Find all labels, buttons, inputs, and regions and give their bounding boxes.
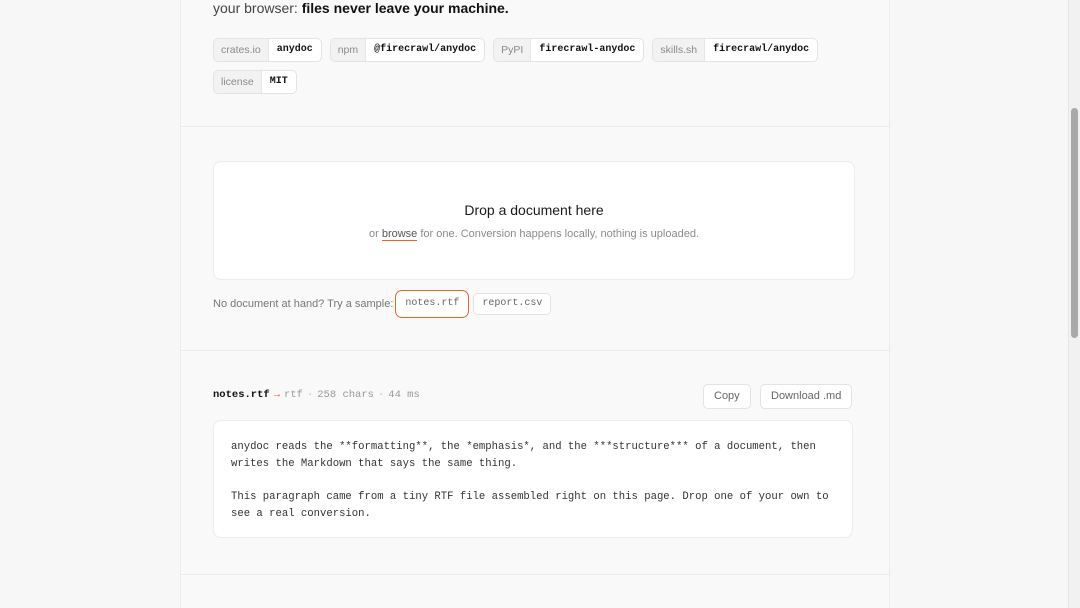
sample-row: No document at hand? Try a sample: notes… xyxy=(213,290,552,318)
package-badges: crates.io anydoc npm @firecrawl/anydoc P… xyxy=(213,38,863,94)
page: your browser: files never leave your mac… xyxy=(0,0,1068,608)
drop-sub-suffix: for one. Conversion happens locally, not… xyxy=(417,228,699,240)
markdown-output[interactable]: anydoc reads the **formatting**, the *em… xyxy=(213,420,853,538)
download-md-button[interactable]: Download .md xyxy=(760,384,853,409)
section-divider xyxy=(181,350,889,351)
section-divider xyxy=(181,574,889,575)
tagline-prefix: your browser: xyxy=(213,0,302,16)
badge-license[interactable]: license MIT xyxy=(213,70,297,94)
content-column: your browser: files never leave your mac… xyxy=(180,0,890,608)
hero-tagline: your browser: files never leave your mac… xyxy=(213,0,509,16)
badge-key: crates.io xyxy=(214,39,269,61)
result-filename: notes.rtf xyxy=(213,389,270,401)
sample-notes-rtf-button[interactable]: notes.rtf xyxy=(395,290,470,318)
badge-npm[interactable]: npm @firecrawl/anydoc xyxy=(329,38,486,62)
result-format: rtf xyxy=(284,389,303,401)
result-time: 44 ms xyxy=(388,389,420,401)
copy-button[interactable]: Copy xyxy=(703,384,751,409)
result-meta: notes.rtf → rtf · 258 chars · 44 ms xyxy=(213,389,420,401)
badge-key: skills.sh xyxy=(653,39,706,61)
drop-zone[interactable]: Drop a document here or browse for one. … xyxy=(213,161,855,280)
browse-link[interactable]: browse xyxy=(381,228,418,241)
badge-value: @firecrawl/anydoc xyxy=(374,44,477,55)
badge-value: MIT xyxy=(269,76,288,87)
badge-key: license xyxy=(214,71,262,93)
result-header: notes.rtf → rtf · 258 chars · 44 ms Copy Downl… xyxy=(213,384,855,409)
drop-sub-prefix: or xyxy=(368,228,382,240)
badge-pypi[interactable]: PyPI firecrawl-anydoc xyxy=(493,38,645,62)
scrollbar-thumb[interactable] xyxy=(1071,108,1078,338)
badge-value: anydoc xyxy=(276,44,313,55)
section-divider xyxy=(181,126,889,127)
badge-crates[interactable]: crates.io anydoc xyxy=(213,38,322,62)
meta-separator: · xyxy=(377,389,385,401)
drop-zone-subtitle: or browse for one. Conversion happens lo… xyxy=(214,228,854,241)
badge-value: firecrawl/anydoc xyxy=(713,44,810,55)
drop-zone-title: Drop a document here xyxy=(464,202,604,218)
badge-key: PyPI xyxy=(494,39,532,61)
tagline-emphasis: files never leave your machine. xyxy=(301,0,509,16)
sample-report-csv-button[interactable]: report.csv xyxy=(473,293,552,315)
page-scrollbar[interactable] xyxy=(1068,0,1080,608)
arrow-right-icon: → xyxy=(273,389,281,401)
badge-skills[interactable]: skills.sh firecrawl/anydoc xyxy=(652,38,819,62)
badge-value: firecrawl-anydoc xyxy=(539,44,636,55)
badge-key: npm xyxy=(330,39,367,61)
output-paragraph: anydoc reads the **formatting**, the *em… xyxy=(231,441,816,470)
meta-separator: · xyxy=(306,389,314,401)
result-chars: 258 chars xyxy=(317,389,374,401)
output-paragraph: This paragraph came from a tiny RTF file… xyxy=(231,491,829,520)
sample-prompt: No document at hand? Try a sample: xyxy=(213,298,394,310)
